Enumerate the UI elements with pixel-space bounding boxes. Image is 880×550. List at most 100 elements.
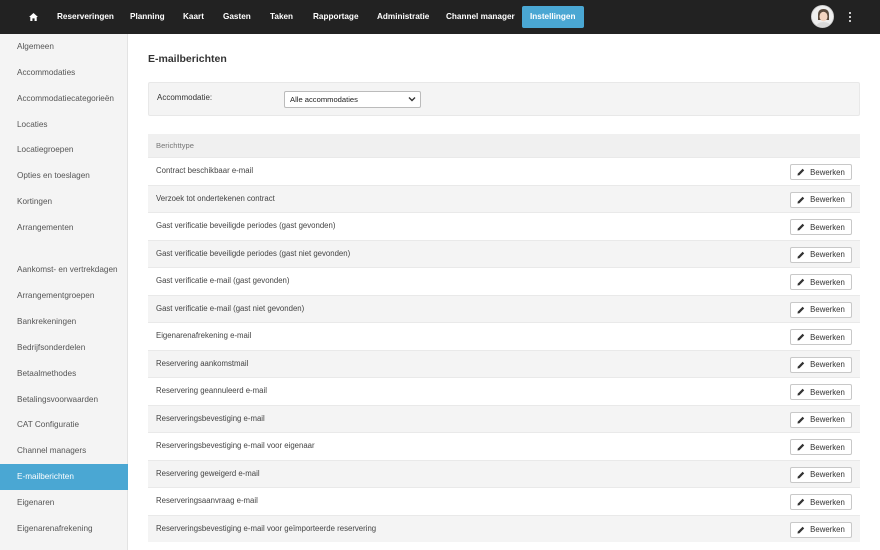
- edit-button[interactable]: Bewerken: [790, 191, 852, 208]
- pencil-icon: [797, 526, 805, 533]
- home-icon: [28, 13, 38, 21]
- nav-gasten[interactable]: Gasten: [223, 0, 251, 34]
- user-avatar-icon: [812, 6, 833, 27]
- nav-taken[interactable]: Taken: [270, 0, 293, 34]
- pencil-icon: [797, 333, 805, 341]
- pencil-icon: [797, 443, 805, 451]
- sidebar-item-eigenaren[interactable]: Eigenaren: [0, 490, 128, 516]
- pencil-icon: [797, 278, 805, 286]
- pencil-icon: [797, 306, 805, 313]
- edit-button-label: Bewerken: [810, 387, 845, 397]
- edit-button-label: Bewerken: [810, 360, 845, 369]
- settings-sidebar: Algemeen Accommodaties Accommodatiecateg…: [0, 34, 128, 550]
- edit-button-label: Bewerken: [810, 332, 845, 342]
- message-type-label: Reservering geweigerd e-mail: [156, 468, 260, 478]
- nav-kaart[interactable]: Kaart: [183, 0, 204, 34]
- message-type-label: Reserveringsbevestiging e-mail voor geïm…: [156, 523, 377, 533]
- edit-button[interactable]: Bewerken: [790, 274, 852, 290]
- edit-button-label: Bewerken: [810, 442, 845, 452]
- sidebar-item-e-mailberichten[interactable]: E-mailberichten: [0, 464, 128, 490]
- main-content: E-mailberichten Accommodatie: Alle accom…: [128, 34, 880, 550]
- sidebar-item-channel-managers[interactable]: Channel managers: [0, 438, 128, 464]
- edit-button-label: Bewerken: [810, 470, 845, 479]
- more-menu-icon[interactable]: [846, 10, 854, 24]
- table-row: Reservering geweigerd e-mail Bewerken: [148, 459, 860, 487]
- table-row: Reservering geannuleerd e-mail Bewerken: [148, 377, 860, 405]
- nav-planning[interactable]: Planning: [130, 0, 165, 34]
- message-type-label: Reserveringsaanvraag e-mail: [156, 496, 258, 505]
- message-type-label: Gast verificatie e-mail (gast niet gevon…: [156, 303, 305, 313]
- message-type-label: Contract beschikbaar e-mail: [156, 166, 254, 175]
- sidebar-item-kortingen[interactable]: Kortingen: [0, 189, 128, 215]
- message-type-label: Reserveringsbevestiging e-mail: [156, 413, 265, 423]
- table-row: Verzoek tot ondertekenen contract Bewerke…: [148, 184, 860, 212]
- table-header: Berichttype: [148, 134, 860, 157]
- home-button[interactable]: [22, 8, 44, 26]
- edit-button-label: Bewerken: [810, 167, 845, 177]
- table-row: Reserveringsaanvraag e-mail Bewerken: [148, 487, 860, 515]
- nav-reserveringen[interactable]: Reserveringen: [57, 0, 114, 34]
- edit-button[interactable]: Bewerken: [790, 521, 852, 538]
- user-avatar[interactable]: [811, 5, 834, 28]
- edit-button[interactable]: Bewerken: [790, 329, 852, 345]
- message-type-label: Gast verificatie beveiligde periodes (ga…: [156, 248, 351, 258]
- table-row: Contract beschikbaar e-mail Bewerken: [148, 157, 860, 185]
- sidebar-item-bankrekeningen[interactable]: Bankrekeningen: [0, 309, 128, 335]
- sidebar-item-betalingsvoorwaarden[interactable]: Betalingsvoorwaarden: [0, 387, 128, 413]
- message-type-label: Gast verificatie e-mail (gast gevonden): [156, 276, 290, 285]
- pencil-icon: [797, 416, 805, 423]
- edit-button[interactable]: Bewerken: [790, 384, 852, 400]
- pencil-icon: [797, 498, 805, 506]
- edit-button-label: Bewerken: [810, 250, 845, 259]
- message-type-label: Reserveringsbevestiging e-mail voor eige…: [156, 441, 315, 450]
- sidebar-item-locaties[interactable]: Locaties: [0, 112, 128, 138]
- sidebar-item-eigenarenafrekening[interactable]: Eigenarenafrekening: [0, 516, 128, 542]
- message-type-label: Reservering geannuleerd e-mail: [156, 386, 267, 395]
- edit-button[interactable]: Bewerken: [790, 494, 852, 510]
- chevron-down-icon: [408, 97, 416, 102]
- table-row: Gast verificatie e-mail (gast niet gevon…: [148, 294, 860, 322]
- edit-button[interactable]: Bewerken: [790, 411, 852, 428]
- table-row: Reservering aankomstmail Bewerken: [148, 349, 860, 377]
- pencil-icon: [797, 168, 805, 176]
- sidebar-item-opties-en-toeslagen[interactable]: Opties en toeslagen: [0, 163, 128, 189]
- edit-button[interactable]: Bewerken: [790, 356, 852, 373]
- edit-button-label: Bewerken: [810, 277, 845, 287]
- sidebar-item-betaalmethodes[interactable]: Betaalmethodes: [0, 361, 128, 387]
- nav-channel-manager[interactable]: Channel manager: [446, 0, 515, 34]
- edit-button[interactable]: Bewerken: [790, 301, 852, 318]
- sidebar-item-bedrijfsonderdelen[interactable]: Bedrijfsonderdelen: [0, 335, 128, 361]
- nav-rapportage[interactable]: Rapportage: [313, 0, 359, 34]
- pencil-icon: [797, 223, 805, 231]
- sidebar-item-accommodaties[interactable]: Accommodaties: [0, 60, 128, 86]
- edit-button-label: Bewerken: [810, 415, 845, 424]
- edit-button[interactable]: Bewerken: [790, 466, 852, 483]
- edit-button-label: Bewerken: [810, 497, 845, 507]
- sidebar-item-algemeen[interactable]: Algemeen: [0, 34, 128, 60]
- edit-button[interactable]: Bewerken: [790, 439, 852, 455]
- sidebar-item-accommodatiecategorieen[interactable]: Accommodatiecategorieën: [0, 86, 128, 112]
- message-type-label: Eigenarenafrekening e-mail: [156, 331, 252, 340]
- sidebar-item-arrangementgroepen[interactable]: Arrangementgroepen: [0, 283, 128, 309]
- sidebar-item-arrangementen[interactable]: Arrangementen: [0, 215, 128, 241]
- table-row: Reserveringsbevestiging e-mail voor geïm…: [148, 514, 860, 542]
- edit-button-label: Bewerken: [810, 305, 845, 314]
- pencil-icon: [797, 471, 805, 478]
- sidebar-item-aankomst-en-vertrekdagen[interactable]: Aankomst- en vertrekdagen: [0, 257, 128, 283]
- edit-button[interactable]: Bewerken: [790, 164, 852, 180]
- edit-button-label: Bewerken: [810, 222, 845, 232]
- filter-label: Accommodatie:: [157, 93, 213, 102]
- table-row: Gast verificatie beveiligde periodes (ga…: [148, 212, 860, 240]
- table-row: Reserveringsbevestiging e-mail voor eige…: [148, 432, 860, 460]
- accommodation-filter: Accommodatie: Alle accommodaties: [148, 82, 860, 116]
- nav-instellingen[interactable]: Instellingen: [522, 6, 584, 28]
- accommodation-select[interactable]: Alle accommodaties: [284, 91, 421, 108]
- table-row: Gast verificatie beveiligde periodes (ga…: [148, 239, 860, 267]
- sidebar-item-cat-configuratie[interactable]: CAT Configuratie: [0, 412, 128, 438]
- top-navbar: Reserveringen Planning Kaart Gasten Take…: [0, 0, 880, 34]
- edit-button[interactable]: Bewerken: [790, 246, 852, 263]
- message-type-label: Reservering aankomstmail: [156, 358, 249, 368]
- nav-administratie[interactable]: Administratie: [377, 0, 429, 34]
- edit-button[interactable]: Bewerken: [790, 219, 852, 235]
- sidebar-item-locatiegroepen[interactable]: Locatiegroepen: [0, 137, 128, 163]
